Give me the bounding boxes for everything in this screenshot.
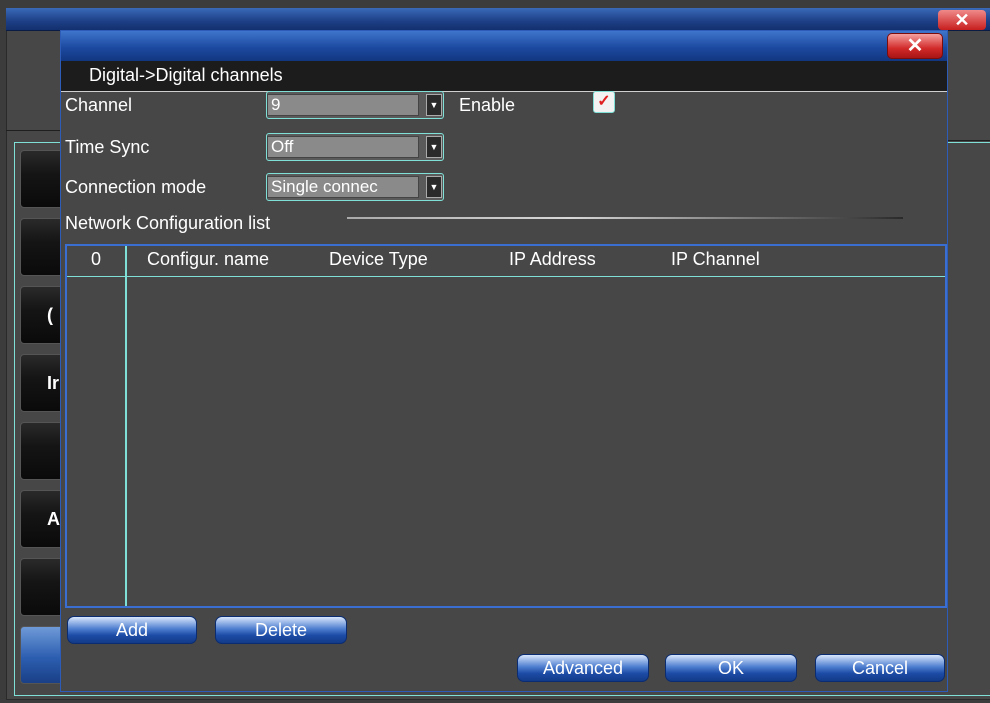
ok-button[interactable]: OK xyxy=(665,654,797,682)
background-close-button[interactable]: ✕ xyxy=(938,10,986,30)
close-icon: ✕ xyxy=(906,35,924,57)
column-header-ip-address[interactable]: IP Address xyxy=(509,249,596,270)
group-divider xyxy=(347,217,903,219)
connection-mode-select[interactable]: Single connec ▼ xyxy=(266,173,444,201)
column-header-config-name[interactable]: Configur. name xyxy=(147,249,269,270)
connection-mode-value: Single connec xyxy=(267,176,419,198)
cancel-button[interactable]: Cancel xyxy=(815,654,945,682)
timesync-label: Time Sync xyxy=(65,137,150,157)
dialog-title-bar[interactable]: ✕ xyxy=(61,31,947,61)
column-header-index: 0 xyxy=(91,249,102,269)
close-icon: ✕ xyxy=(954,10,970,30)
column-header-ip-channel[interactable]: IP Channel xyxy=(671,249,760,270)
chevron-down-icon[interactable]: ▼ xyxy=(426,94,442,116)
connection-mode-label: Connection mode xyxy=(65,177,207,197)
column-divider xyxy=(125,246,127,606)
background-title-bar xyxy=(6,8,990,31)
channel-select[interactable]: 9 ▼ xyxy=(266,91,444,119)
chevron-down-icon[interactable]: ▼ xyxy=(426,136,442,158)
digital-channels-dialog: ✕ Digital->Digital channels Channel 9 ▼ … xyxy=(60,30,948,692)
enable-checkbox[interactable]: ✓ xyxy=(593,91,615,113)
background-divider xyxy=(6,130,60,131)
chevron-down-icon[interactable]: ▼ xyxy=(426,176,442,198)
dialog-close-button[interactable]: ✕ xyxy=(887,33,943,59)
channel-value: 9 xyxy=(267,94,419,116)
column-header-device-type[interactable]: Device Type xyxy=(329,249,428,270)
timesync-select[interactable]: Off ▼ xyxy=(266,133,444,161)
network-config-table[interactable]: 0 Configur. name Device Type IP Address … xyxy=(65,244,947,608)
add-button[interactable]: Add xyxy=(67,616,197,644)
checkmark-icon: ✓ xyxy=(597,93,611,110)
delete-button[interactable]: Delete xyxy=(215,616,347,644)
background-divider xyxy=(946,140,990,141)
network-config-group-label: Network Configuration list xyxy=(65,213,271,233)
channel-label: Channel xyxy=(65,95,133,115)
enable-label: Enable xyxy=(459,95,516,115)
advanced-button[interactable]: Advanced xyxy=(517,654,649,682)
dialog-title: Digital->Digital channels xyxy=(89,65,283,85)
table-header: 0 Configur. name Device Type IP Address … xyxy=(67,246,945,277)
dialog-header: Digital->Digital channels xyxy=(61,61,947,92)
timesync-value: Off xyxy=(267,136,419,158)
